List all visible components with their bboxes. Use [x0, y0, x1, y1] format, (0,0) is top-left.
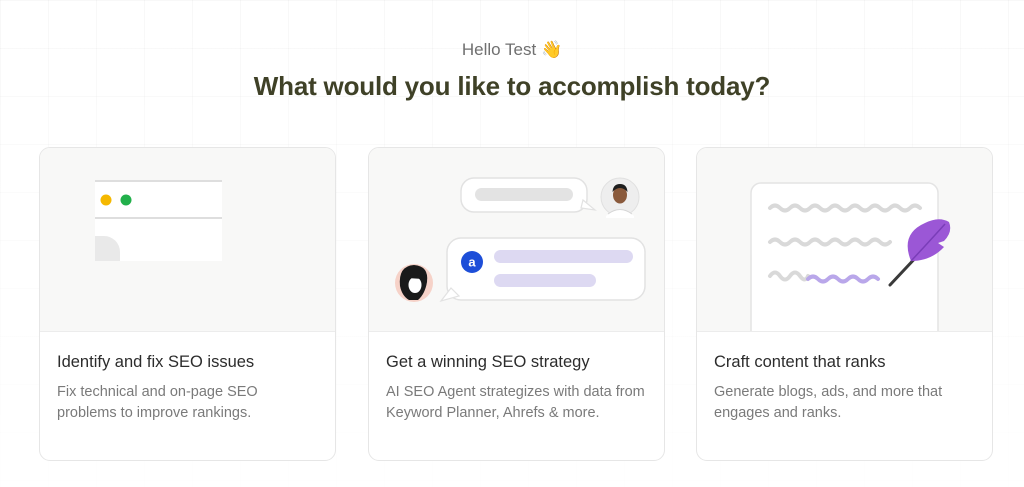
male-avatar-icon	[600, 177, 640, 218]
page-title: What would you like to accomplish today?	[253, 71, 771, 101]
card-title: Identify and fix SEO issues	[57, 353, 255, 371]
document-feather-illustration	[697, 148, 992, 332]
svg-text:a: a	[468, 255, 476, 270]
card-craft-content[interactable]: Craft content that ranks Generate blogs,…	[696, 147, 993, 461]
card-description: Fix technical and on-page SEO problems t…	[57, 384, 258, 421]
feather-pen-icon	[750, 182, 951, 331]
greeting: Hello Test 👋	[0, 40, 1024, 60]
card-seo-strategy[interactable]: a Get a winning SEO strategy AI SEO Agen…	[368, 147, 665, 461]
card-identify-fix-seo[interactable]: Identify and fix SEO issues Fix technica…	[39, 147, 336, 461]
card-title: Get a winning SEO strategy	[386, 353, 590, 371]
waving-hand-icon: 👋	[540, 40, 563, 59]
browser-window-illustration	[40, 148, 335, 332]
greeting-text: Hello Test	[461, 40, 537, 59]
female-avatar-icon	[395, 264, 433, 302]
card-description: AI SEO Agent strategizes with data from …	[386, 384, 645, 421]
browser-window-icon	[95, 148, 335, 331]
chat-illustration: a	[369, 148, 664, 332]
chat-conversation-icon: a	[395, 177, 646, 303]
card-description: Generate blogs, ads, and more that engag…	[714, 384, 943, 421]
card-title: Craft content that ranks	[714, 353, 886, 371]
